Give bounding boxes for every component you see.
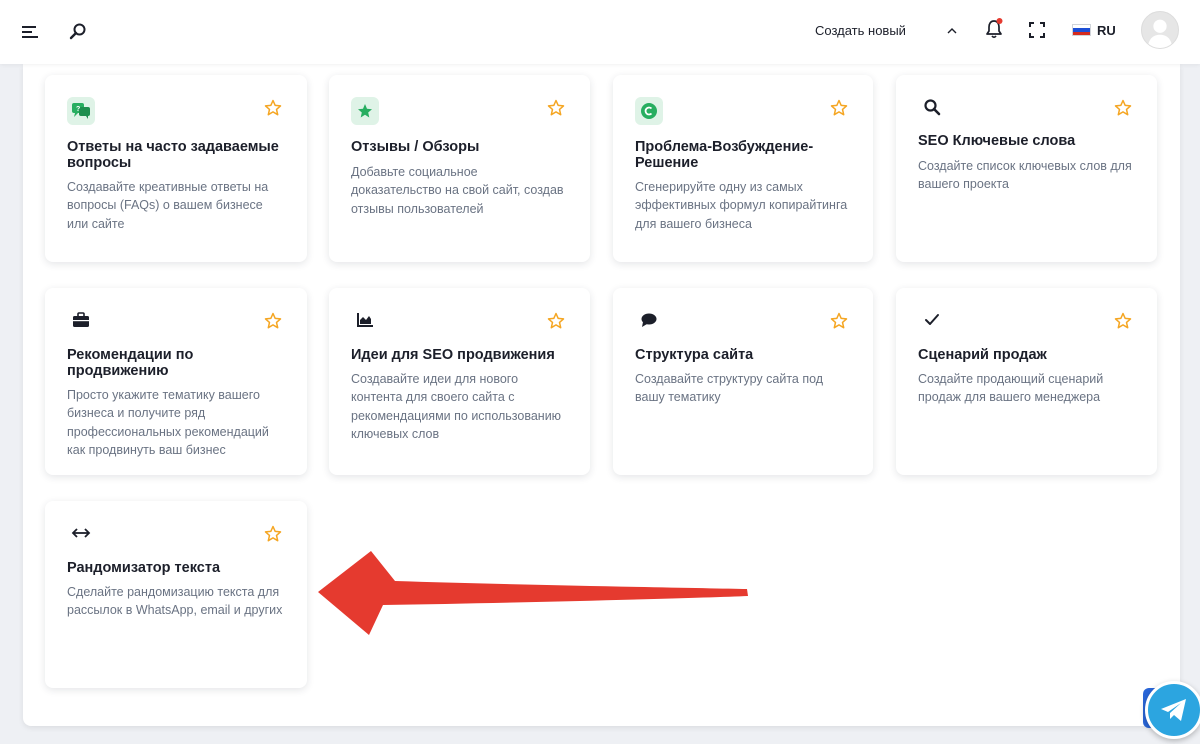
chevron-up-icon [946, 23, 958, 38]
card-seo-keywords[interactable]: SEO Ключевые слова Создайте список ключе… [896, 75, 1157, 262]
card-description: Сгенерируйте одну из самых эффективных ф… [635, 180, 848, 231]
chat-bubble-icon [635, 306, 663, 334]
card-description: Создавайте структуру сайта под вашу тема… [635, 372, 824, 405]
card-pas[interactable]: Проблема-Возбуждение-Решение Сгенерируйт… [613, 75, 873, 262]
checkmark-icon [918, 306, 946, 334]
card-description: Просто укажите тематику вашего бизнеса и… [67, 388, 269, 457]
create-new-label: Создать новый [815, 22, 906, 38]
card-title: SEO Ключевые слова [918, 133, 1076, 149]
card-description: Создайте продающий сценарий продаж для в… [918, 372, 1104, 405]
card-title: Структура сайта [635, 347, 754, 363]
bell-icon[interactable] [983, 18, 1005, 40]
arrows-horizontal-icon [67, 519, 95, 547]
search-icon[interactable] [68, 21, 88, 41]
card-title: Сценарий продаж [918, 347, 1047, 363]
star-icon[interactable] [830, 312, 848, 330]
russia-flag-icon [1072, 24, 1091, 36]
star-icon[interactable] [830, 99, 848, 117]
card-description: Создавайте идеи для нового контента для … [351, 372, 562, 441]
card-description: Сделайте рандомизацию текста для рассыло… [67, 585, 283, 618]
review-star-icon [351, 97, 379, 125]
card-site-structure[interactable]: Структура сайта Создавайте структуру сай… [613, 288, 873, 475]
search-icon [918, 93, 946, 121]
card-sales-script[interactable]: Сценарий продаж Создайте продающий сцена… [896, 288, 1157, 475]
faq-icon: ? [67, 97, 95, 125]
star-icon[interactable] [1114, 99, 1132, 117]
card-seo-ideas[interactable]: Идеи для SEO продвижения Создавайте идеи… [329, 288, 590, 475]
card-title: Рекомендации по продвижению [67, 347, 194, 379]
telegram-icon[interactable] [1145, 681, 1200, 739]
card-title: Отзывы / Обзоры [351, 139, 480, 155]
language-selector[interactable]: RU [1072, 19, 1116, 41]
card-faq[interactable]: ? Ответы на часто задаваемые вопросы Соз… [45, 75, 307, 262]
copyright-icon [635, 97, 663, 125]
star-icon[interactable] [264, 312, 282, 330]
card-title: Рандомизатор текста [67, 560, 221, 576]
card-promotion[interactable]: Рекомендации по продвижению Просто укажи… [45, 288, 307, 475]
fullscreen-icon[interactable] [1027, 20, 1047, 40]
card-description: Создайте список ключевых слов для вашего… [918, 159, 1132, 192]
card-title: Проблема-Возбуждение-Решение [635, 139, 814, 171]
card-description: Создавайте креативные ответы на вопросы … [67, 180, 269, 231]
briefcase-icon [67, 306, 95, 334]
top-bar: Создать новый RU [0, 0, 1200, 64]
chart-icon [351, 306, 379, 334]
card-description: Добавьте социальное доказательство на св… [351, 165, 564, 216]
language-label: RU [1097, 22, 1116, 38]
create-new-dropdown[interactable]: Создать новый [800, 17, 970, 43]
star-icon[interactable] [1114, 312, 1132, 330]
card-title: Ответы на часто задаваемые вопросы [67, 139, 279, 171]
menu-icon[interactable] [20, 22, 40, 42]
star-icon[interactable] [547, 99, 565, 117]
card-title: Идеи для SEO продвижения [351, 347, 555, 363]
card-text-randomizer[interactable]: Рандомизатор текста Сделайте рандомизаци… [45, 501, 307, 688]
avatar[interactable] [1141, 11, 1179, 49]
svg-text:?: ? [76, 106, 80, 113]
card-reviews[interactable]: Отзывы / Обзоры Добавьте социальное дока… [329, 75, 590, 262]
star-icon[interactable] [547, 312, 565, 330]
star-icon[interactable] [264, 525, 282, 543]
star-icon[interactable] [264, 99, 282, 117]
